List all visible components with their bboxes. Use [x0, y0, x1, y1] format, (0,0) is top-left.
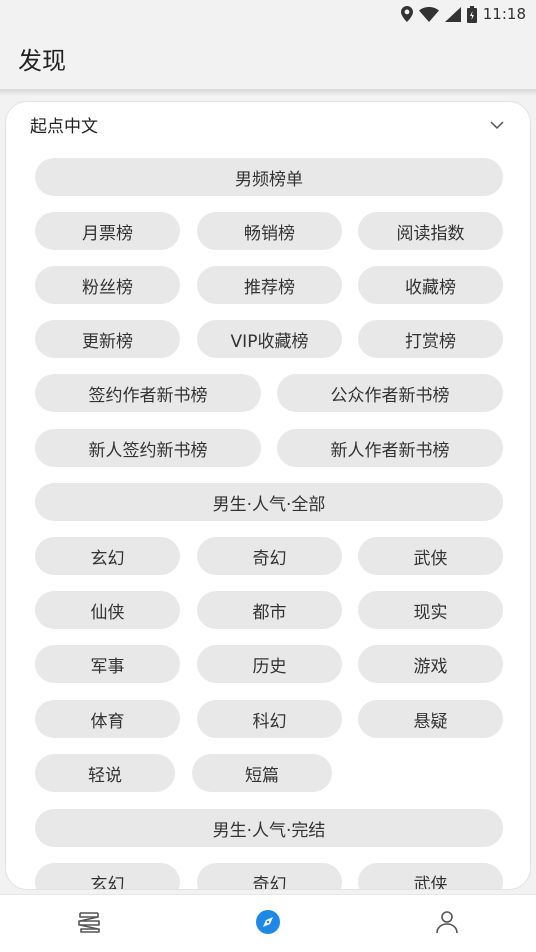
nav-discover[interactable] — [238, 899, 298, 949]
category-pill[interactable]: 武侠 — [358, 537, 503, 575]
wifi-icon — [418, 6, 439, 22]
category-pill[interactable]: 游戏 — [358, 645, 503, 683]
section-header-male-popular-all[interactable]: 男生·人气·全部 — [35, 483, 503, 521]
category-pill[interactable]: 武侠 — [358, 863, 503, 889]
category-pill[interactable]: 悬疑 — [358, 700, 503, 738]
app-bar: 发现 — [0, 28, 536, 90]
source-selector[interactable]: 起点中文 — [6, 102, 530, 146]
category-pill[interactable]: 畅销榜 — [197, 212, 342, 250]
category-pill[interactable]: 奇幻 — [197, 863, 342, 889]
category-pill[interactable]: 都市 — [197, 591, 342, 629]
category-pill[interactable]: 公众作者新书榜 — [277, 374, 503, 412]
category-pill[interactable]: 月票榜 — [35, 212, 180, 250]
category-pill[interactable]: 奇幻 — [197, 537, 342, 575]
category-pill[interactable]: 收藏榜 — [358, 266, 503, 304]
bookshelf-icon — [76, 909, 102, 939]
category-pill[interactable]: 玄幻 — [35, 537, 180, 575]
category-pill[interactable]: 军事 — [35, 645, 180, 683]
category-pill[interactable]: 新人作者新书榜 — [277, 429, 503, 467]
category-pill[interactable]: 更新榜 — [35, 320, 180, 358]
category-pill[interactable]: 历史 — [197, 645, 342, 683]
nav-bookshelf[interactable] — [59, 899, 119, 949]
section-header-male-popular-completed[interactable]: 男生·人气·完结 — [35, 809, 503, 847]
ranking-card: 起点中文 男频榜单 月票榜 畅销榜 阅读指数 粉丝榜 推荐榜 收藏榜 更新榜 V… — [5, 101, 531, 890]
nav-profile[interactable] — [417, 899, 477, 949]
section-header-male-rankings[interactable]: 男频榜单 — [35, 158, 503, 196]
clock-time: 11:18 — [482, 5, 526, 23]
category-pill[interactable]: VIP收藏榜 — [197, 320, 342, 358]
category-pill[interactable]: 玄幻 — [35, 863, 180, 889]
category-pill[interactable]: 短篇 — [192, 754, 332, 792]
category-pill[interactable]: 仙侠 — [35, 591, 180, 629]
source-name: 起点中文 — [30, 116, 98, 137]
battery-icon — [466, 5, 477, 23]
category-pill[interactable]: 新人签约新书榜 — [35, 429, 261, 467]
category-pill[interactable]: 打赏榜 — [358, 320, 503, 358]
category-pill[interactable]: 体育 — [35, 700, 180, 738]
status-bar: 11:18 — [0, 0, 536, 28]
page-title: 发现 — [18, 47, 66, 75]
category-pill[interactable]: 轻说 — [35, 754, 175, 792]
category-pill[interactable]: 科幻 — [197, 700, 342, 738]
category-pill[interactable]: 阅读指数 — [358, 212, 503, 250]
category-pill[interactable]: 签约作者新书榜 — [35, 374, 261, 412]
location-icon — [400, 6, 413, 22]
app-bar-shadow — [0, 90, 536, 96]
category-pill[interactable]: 推荐榜 — [197, 266, 342, 304]
category-pill[interactable]: 粉丝榜 — [35, 266, 180, 304]
category-pill[interactable]: 现实 — [358, 591, 503, 629]
chevron-down-icon[interactable] — [490, 115, 504, 134]
signal-icon — [444, 6, 461, 22]
bottom-navigation — [0, 894, 536, 952]
profile-icon — [434, 909, 460, 939]
compass-icon — [255, 909, 281, 939]
